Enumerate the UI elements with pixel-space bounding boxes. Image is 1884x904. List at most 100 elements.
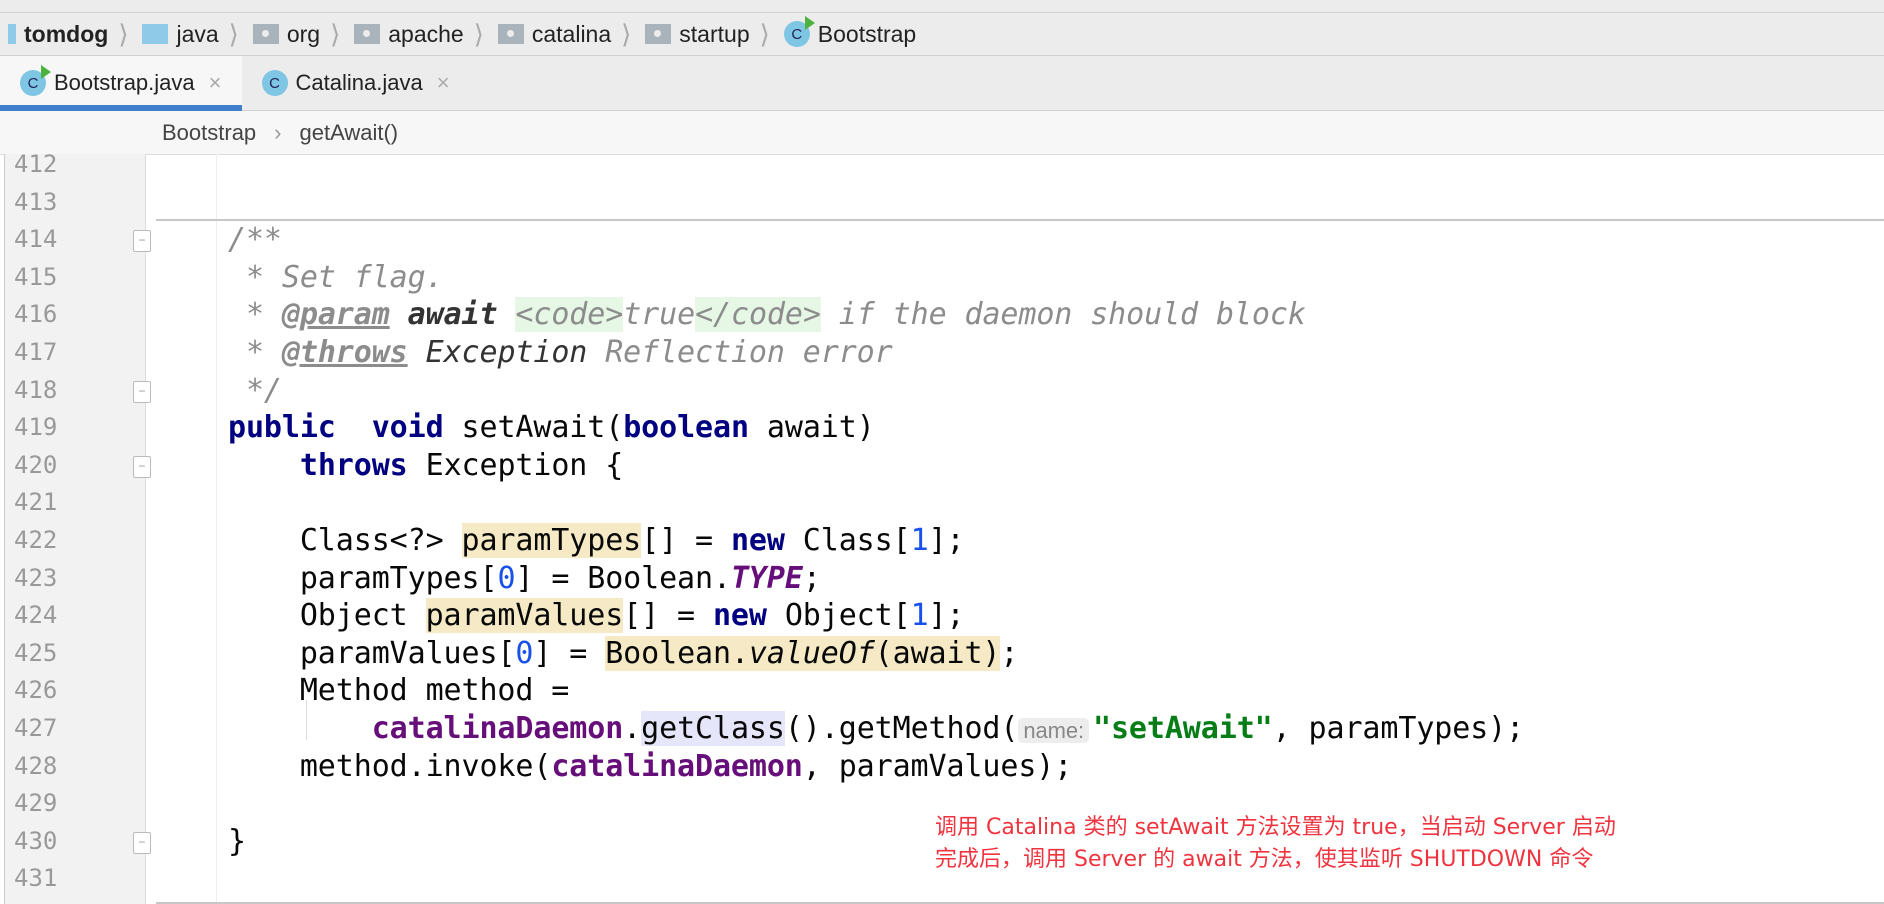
code-line: */ [228,372,282,410]
line-number: 420 [14,450,58,479]
chevron-right-icon: ⟩ [330,18,341,49]
line-number: 426 [14,676,58,705]
breadcrumb-Bootstrap[interactable]: C Bootstrap [776,16,922,48]
close-icon[interactable]: × [209,70,222,96]
code-token: if the daemon should block [820,297,1306,333]
breadcrumb-class[interactable]: Bootstrap [162,120,256,146]
line-number: 419 [14,413,58,442]
code-token: public [228,410,336,446]
code-line: public void setAwait(boolean await) [228,409,875,447]
fold-marker-icon[interactable]: − [133,230,151,253]
code-line: Object paramValues[] = new Object[1]; [228,597,965,635]
code-token: 1 [910,523,929,558]
navigation-bar: tomdog ⟩ java ⟩ org ⟩ apache ⟩ catalina ⟩ startup ⟩… [0,13,1884,56]
code-line: throws Exception { [228,447,623,485]
code-editor[interactable]: 412 413 414 − /** 415 * Set flag. 416 * @param… [0,154,1884,904]
module-icon [8,24,16,44]
code-token: paramValues [425,598,624,634]
line-number: 414 [14,225,58,254]
code-token: <code> [515,297,624,333]
code-token: method.invoke( [228,748,552,784]
breadcrumb-catalina[interactable]: catalina ⟩ [490,19,637,50]
code-token: new [712,598,767,634]
code-token: [] = [623,598,713,634]
line-number: 413 [14,187,58,216]
runnable-class-icon: C [20,65,51,96]
package-icon [252,24,279,44]
breadcrumb-label: apache [388,20,464,47]
code-token: Method method = [228,673,570,709]
code-token: await [407,297,498,333]
code-token: (await) [874,635,1001,671]
code-token: paramValues[ [228,635,516,671]
breadcrumb-method[interactable]: getAwait() [300,120,399,146]
code-line: /** [228,221,282,259]
editor-tabs: C Bootstrap.java × C Catalina.java × [0,56,1884,111]
code-token: Object [228,598,426,634]
code-token: paramTypes [461,523,642,558]
code-token: valueOf [748,635,875,671]
line-number: 429 [14,789,58,818]
code-line: Method method = [228,672,570,710]
line-number: 423 [14,563,58,592]
code-token: } [228,823,246,859]
breadcrumb-tomdog[interactable]: tomdog ⟩ [0,19,134,50]
breadcrumb-startup[interactable]: startup ⟩ [637,19,775,50]
breadcrumb-label: java [176,20,219,47]
code-token: ] = Boolean. [515,560,731,596]
fold-marker-icon[interactable]: − [133,455,151,478]
fold-marker-icon[interactable]: − [133,831,151,854]
code-token: */ [228,372,282,408]
code-line: paramValues[0] = Boolean.valueOf(await); [228,635,1018,673]
chevron-right-icon: ⟩ [759,18,770,49]
tab-catalina-java[interactable]: C Catalina.java × [242,56,470,110]
line-number: 418 [14,375,58,404]
breadcrumb-apache[interactable]: apache ⟩ [346,19,490,50]
toolbar-strip [0,0,1884,13]
close-icon[interactable]: × [437,70,450,96]
package-icon [645,24,672,44]
code-token: Exception [425,335,588,370]
code-line: paramTypes[0] = Boolean.TYPE; [228,560,821,598]
line-number: 430 [14,826,58,855]
code-token: ]; [928,523,965,558]
chevron-right-icon: ⟩ [621,18,632,49]
breadcrumb-label: Bootstrap [817,20,917,47]
code-token: [] = [641,523,731,558]
line-number: 427 [14,714,58,742]
breadcrumb-label: catalina [531,20,612,47]
code-token: 1 [910,598,929,634]
breadcrumb-label: tomdog [24,20,109,47]
code-token: throws [299,447,408,483]
runnable-class-icon: C [783,16,815,47]
code-token: 0 [497,560,516,596]
indent-guide [306,700,307,740]
code-token: /** [228,222,282,258]
code-token: ().getMethod( [784,711,1019,746]
chevron-right-icon: ⟩ [473,18,484,49]
structure-breadcrumb: Bootstrap › getAwait() [0,111,1884,155]
breadcrumb-label: org [286,20,321,47]
run-badge-icon [41,65,51,79]
fold-marker-icon[interactable]: − [133,380,151,403]
breadcrumb-org[interactable]: org ⟩ [245,19,346,50]
tab-bootstrap-java[interactable]: C Bootstrap.java × [0,56,242,111]
line-number: 417 [14,338,58,366]
code-token: catalinaDaemon [371,711,624,746]
code-token: Exception { [407,447,624,483]
code-token: @param [281,297,390,333]
breadcrumb-java[interactable]: java ⟩ [134,19,244,50]
code-token: * [228,335,282,370]
code-line: * Set flag. [228,259,444,297]
annotation-line: 完成后，调用 Server 的 await 方法，使其监听 SHUTDOWN 命… [935,847,1594,872]
code-token: void [371,410,444,446]
code-token: </code> [695,297,821,333]
code-token: * Set flag. [228,259,444,295]
code-token: Reflection error [587,335,893,370]
chevron-right-icon: ⟩ [228,18,239,49]
code-token: "setAwait" [1093,711,1273,746]
